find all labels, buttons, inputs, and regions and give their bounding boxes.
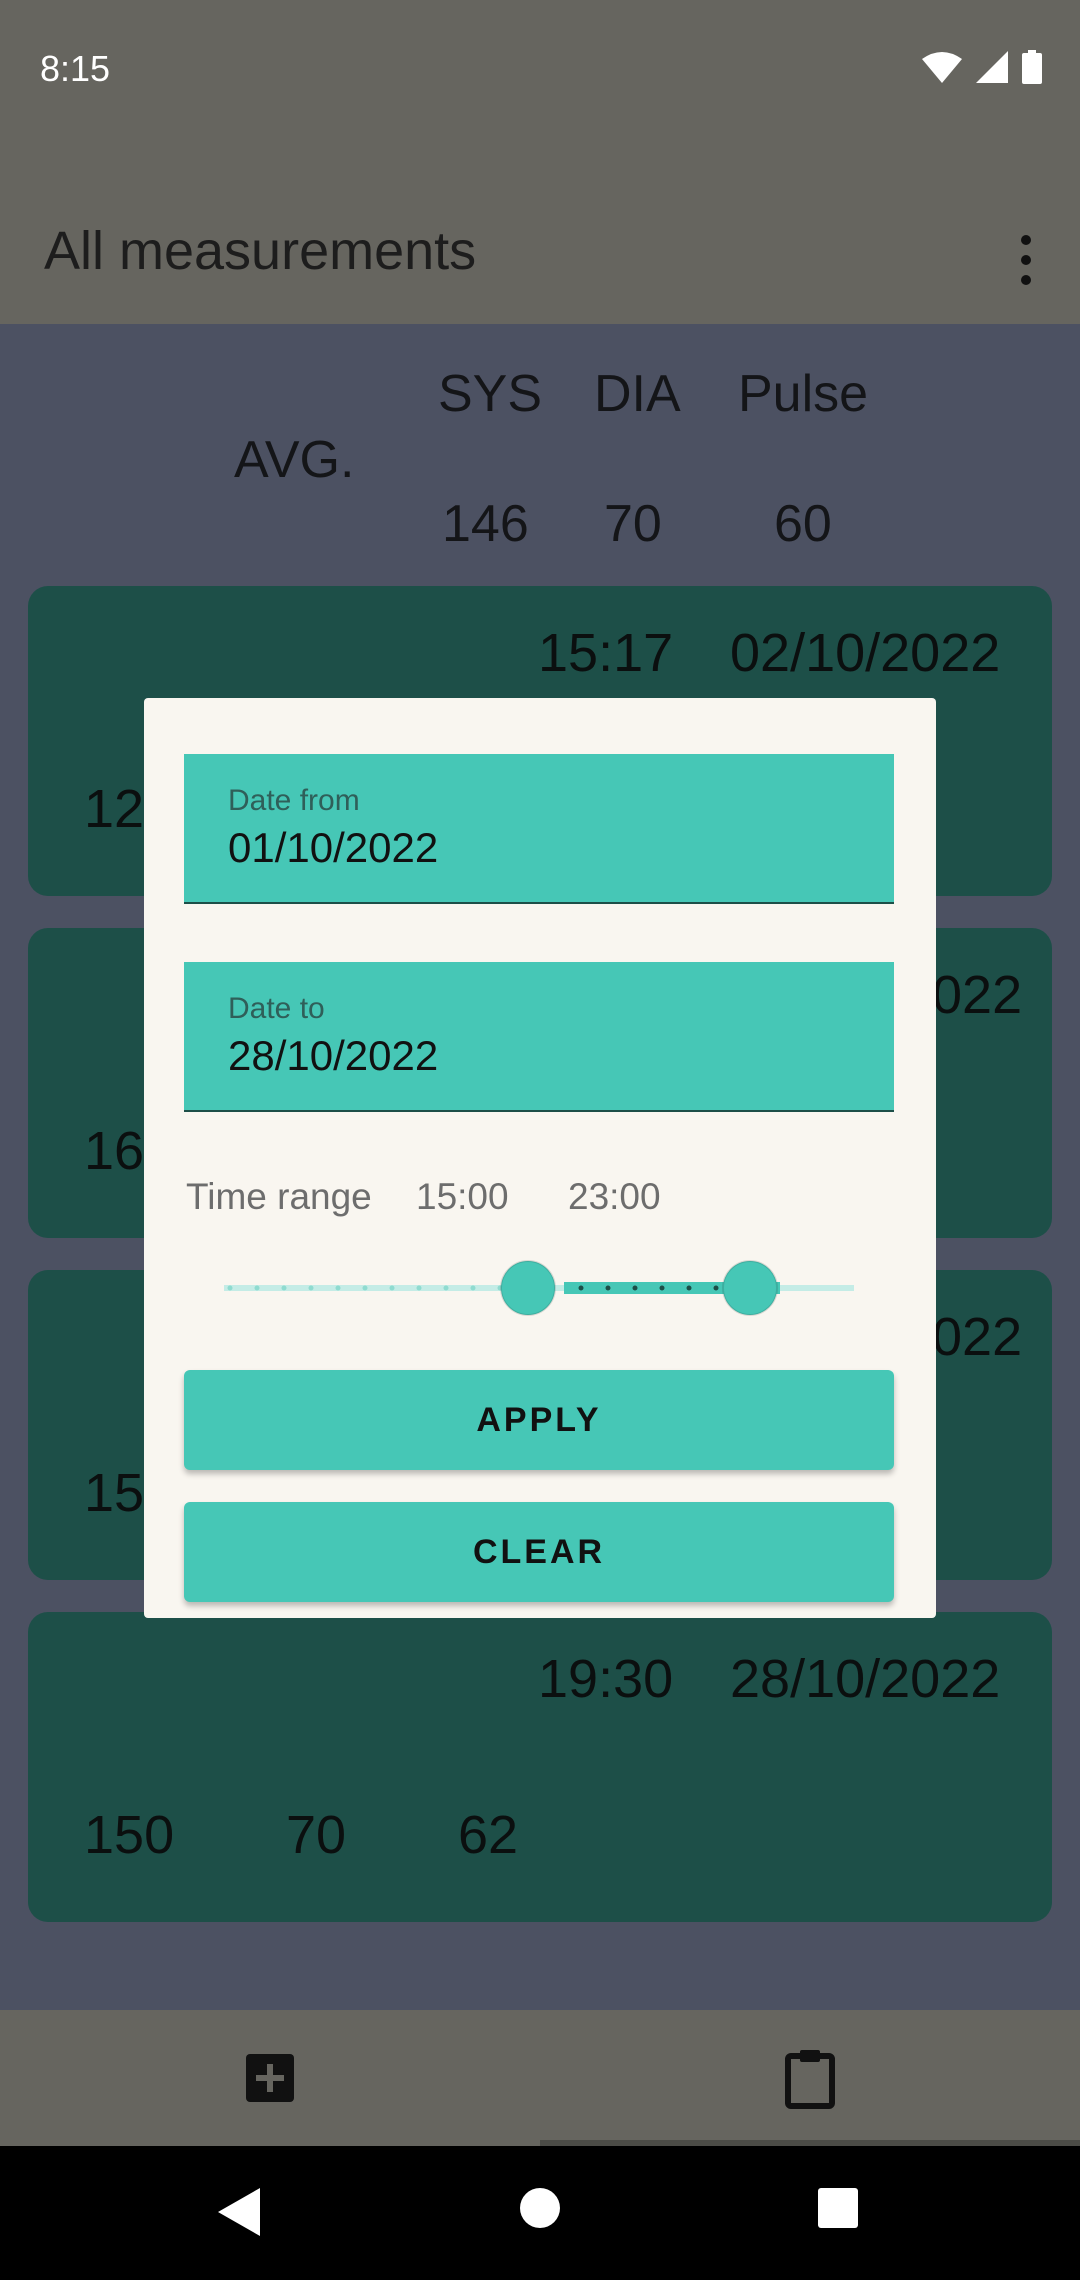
status-time: 8:15	[40, 48, 111, 89]
time-range-label: Time range	[186, 1176, 372, 1217]
avg-sys: 146	[442, 495, 529, 553]
wifi-icon	[922, 52, 962, 83]
back-icon[interactable]	[216, 2186, 262, 2238]
date-to-field[interactable]: Date to 28/10/2022	[184, 962, 894, 1112]
header-dia: DIA	[594, 365, 681, 423]
clipboard-icon[interactable]	[778, 2046, 842, 2110]
page-title: All measurements	[44, 221, 477, 281]
status-icons	[922, 50, 1042, 84]
card-time: 15:17	[538, 623, 674, 683]
avg-dia: 70	[604, 495, 662, 553]
apply-button[interactable]: APPLY	[184, 1370, 894, 1470]
date-from-value: 01/10/2022	[228, 824, 439, 871]
time-range-end: 23:00	[568, 1176, 661, 1217]
home-icon[interactable]	[518, 2186, 562, 2230]
date-from-label: Date from	[228, 784, 360, 817]
add-box-icon[interactable]	[238, 2046, 302, 2110]
time-range-start: 15:00	[416, 1176, 509, 1217]
card-sys: 16	[84, 1121, 145, 1181]
battery-icon	[1022, 50, 1042, 84]
status-bar: 8:15	[0, 0, 1080, 134]
card-sys: 12	[84, 779, 145, 839]
app-bar: All measurements	[0, 134, 1080, 324]
header-pulse: Pulse	[738, 365, 869, 423]
card-sys: 15	[84, 1463, 145, 1523]
date-to-value: 28/10/2022	[228, 1032, 439, 1079]
card-dia: 70	[286, 1805, 347, 1865]
clear-button[interactable]: CLEAR	[184, 1502, 894, 1602]
cell-signal-icon	[976, 51, 1008, 83]
avg-label: AVG.	[234, 431, 355, 489]
avg-pulse: 60	[774, 495, 832, 553]
date-to-label: Date to	[228, 992, 325, 1025]
card-date: 022	[932, 965, 1023, 1025]
bottom-nav	[0, 2010, 1080, 2146]
header-sys: SYS	[438, 365, 543, 423]
recents-icon[interactable]	[816, 2186, 860, 2230]
card-sys: 150	[84, 1805, 175, 1865]
date-from-field[interactable]: Date from 01/10/2022	[184, 754, 894, 904]
card-time: 19:30	[538, 1649, 674, 1709]
filter-dialog: Date from 01/10/2022 Date to 28/10/2022 …	[144, 698, 936, 1618]
time-range-slider[interactable]	[224, 1258, 854, 1318]
card-date: 022	[932, 1307, 1023, 1367]
measurement-card[interactable]: 19:30 28/10/2022 150 70 62	[28, 1612, 1052, 1922]
overflow-menu-icon[interactable]	[998, 220, 1054, 300]
system-nav-bar	[0, 2146, 1080, 2280]
card-date: 28/10/2022	[730, 1649, 1001, 1709]
card-pulse: 62	[458, 1805, 519, 1865]
card-date: 02/10/2022	[730, 623, 1001, 683]
